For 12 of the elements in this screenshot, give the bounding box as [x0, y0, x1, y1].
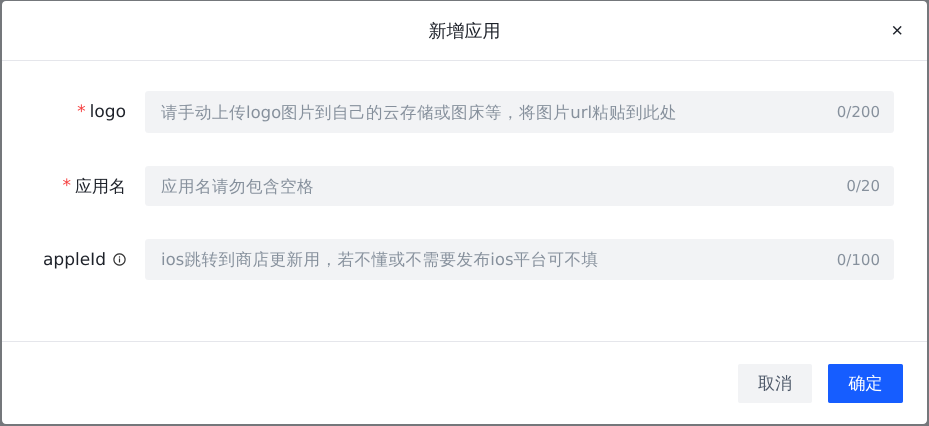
character-counter: 0/20 — [846, 177, 880, 195]
field-label: appleId — [43, 250, 106, 270]
required-mark: * — [62, 176, 71, 196]
confirm-button[interactable]: 确定 — [828, 364, 903, 402]
field-label: logo — [90, 102, 126, 122]
required-mark: * — [77, 102, 86, 122]
dialog-title: 新增应用 — [428, 20, 500, 42]
field-label: 应用名 — [75, 176, 126, 198]
character-counter: 0/200 — [836, 103, 880, 121]
character-counter: 0/100 — [836, 250, 880, 268]
close-button[interactable]: × — [891, 19, 903, 43]
cancel-button[interactable]: 取消 — [738, 364, 812, 402]
